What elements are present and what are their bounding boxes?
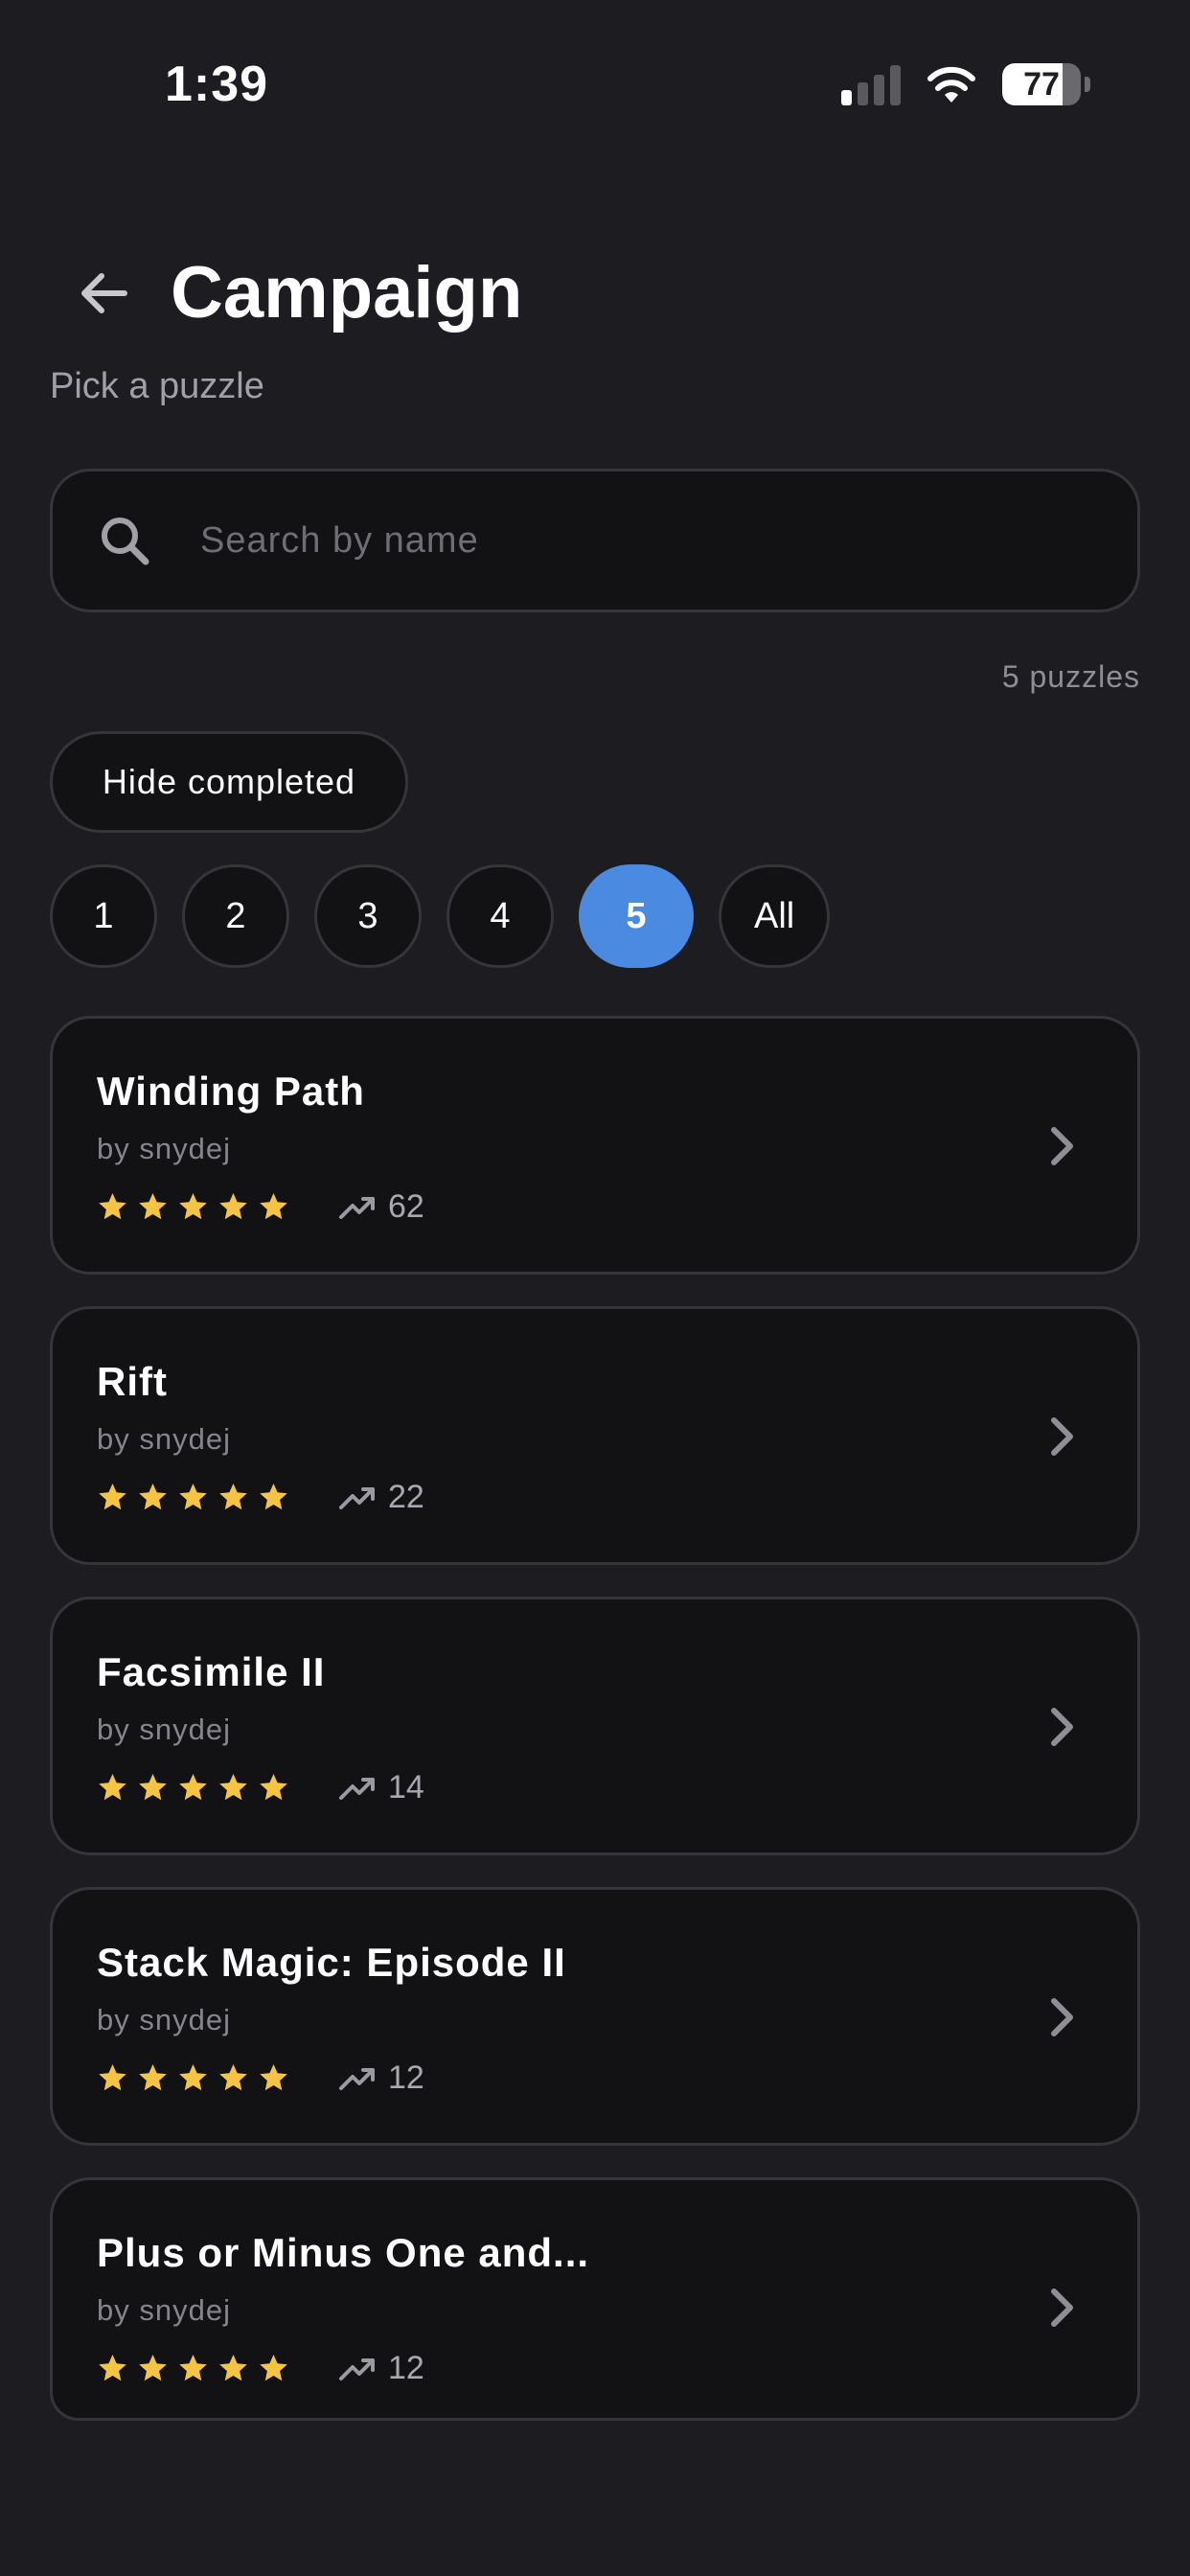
hide-completed-toggle[interactable]: Hide completed	[50, 731, 408, 833]
star-icon	[179, 2355, 207, 2381]
star-icon	[99, 1193, 126, 1220]
rating-stars	[97, 1482, 289, 1513]
star-icon	[179, 1193, 207, 1220]
plays-count: 14	[388, 1768, 424, 1806]
status-time: 1:39	[165, 57, 269, 112]
trending-up-icon	[339, 2068, 375, 2090]
chevron-right-icon	[1051, 1708, 1073, 1746]
plays-count: 12	[388, 2058, 424, 2096]
level-chip-all[interactable]: All	[719, 864, 831, 968]
chevron-right-icon	[1051, 1417, 1073, 1456]
star-icon	[99, 2064, 126, 2091]
cellular-signal-icon	[841, 63, 901, 105]
puzzle-card[interactable]: Plus or Minus One and... by snydej 12	[50, 2177, 1140, 2421]
plays: 12	[338, 2058, 424, 2097]
plays-count: 62	[388, 1187, 424, 1225]
arrow-left-icon	[81, 273, 127, 313]
star-icon	[219, 1774, 247, 1801]
level-chip-3[interactable]: 3	[314, 864, 422, 968]
puzzle-title: Winding Path	[97, 1069, 365, 1114]
puzzle-card[interactable]: Stack Magic: Episode II by snydej 12	[50, 1887, 1140, 2146]
star-icon	[260, 2355, 287, 2381]
star-icon	[260, 1484, 287, 1510]
plays-count: 22	[388, 1478, 424, 1515]
puzzle-card[interactable]: Winding Path by snydej 62	[50, 1016, 1140, 1275]
puzzle-title: Stack Magic: Episode II	[97, 1940, 566, 1985]
rating-stars	[97, 1191, 289, 1223]
battery-icon: 77	[1002, 63, 1081, 105]
puzzle-author: by snydej	[97, 2293, 231, 2327]
level-chip-2[interactable]: 2	[182, 864, 289, 968]
star-icon	[99, 1484, 126, 1510]
star-icon	[219, 1484, 247, 1510]
battery-cap	[1085, 77, 1090, 92]
page-title: Campaign	[171, 252, 523, 334]
trending-up-icon	[339, 1197, 375, 1219]
star-icon	[99, 1774, 126, 1801]
star-icon	[219, 1193, 247, 1220]
puzzle-title: Plus or Minus One and...	[97, 2230, 590, 2275]
search-input[interactable]	[200, 519, 1137, 562]
level-chip-5[interactable]: 5	[579, 864, 694, 968]
level-chip-4[interactable]: 4	[446, 864, 554, 968]
plays: 12	[338, 2349, 424, 2387]
chevron-right-icon	[1051, 2288, 1073, 2327]
wifi-icon	[927, 66, 975, 103]
star-icon	[139, 1484, 167, 1510]
level-filter: 1 2 3 4 5 All	[50, 864, 831, 968]
status-icons: 77	[841, 63, 1090, 105]
puzzle-author: by snydej	[97, 1132, 231, 1165]
puzzle-title: Rift	[97, 1359, 168, 1404]
page-subtitle: Pick a puzzle	[50, 366, 264, 406]
chevron-right-icon	[1051, 1998, 1073, 2036]
puzzle-author: by snydej	[97, 2003, 231, 2036]
star-icon	[260, 1774, 287, 1801]
chevron-right-icon	[1051, 1127, 1073, 1165]
campaign-screen: 1:39 77 Campaign Pick a puzzle Search by…	[0, 0, 1190, 2576]
trending-up-icon	[339, 1778, 375, 1800]
level-chip-1[interactable]: 1	[50, 864, 157, 968]
search-bar[interactable]	[50, 469, 1140, 612]
star-icon	[219, 2355, 247, 2381]
star-icon	[179, 1484, 207, 1510]
plays: 62	[338, 1187, 424, 1226]
trending-up-icon	[339, 1487, 375, 1509]
rating-stars	[97, 2062, 289, 2094]
battery-percent: 77	[1023, 65, 1060, 103]
star-icon	[139, 1774, 167, 1801]
star-icon	[139, 1193, 167, 1220]
star-icon	[179, 1774, 207, 1801]
star-icon	[99, 2355, 126, 2381]
rating-stars	[97, 2353, 289, 2384]
star-icon	[219, 2064, 247, 2091]
puzzle-author: by snydej	[97, 1713, 231, 1746]
puzzle-card[interactable]: Facsimile II by snydej 14	[50, 1597, 1140, 1855]
puzzle-title: Facsimile II	[97, 1649, 326, 1694]
star-icon	[179, 2064, 207, 2091]
puzzle-author: by snydej	[97, 1422, 231, 1456]
star-icon	[260, 2064, 287, 2091]
search-icon	[91, 507, 158, 574]
puzzle-card[interactable]: Rift by snydej 22	[50, 1306, 1140, 1565]
rating-stars	[97, 1772, 289, 1804]
star-icon	[139, 2064, 167, 2091]
star-icon	[260, 1193, 287, 1220]
star-icon	[139, 2355, 167, 2381]
plays-count: 12	[388, 2349, 424, 2386]
trending-up-icon	[339, 2358, 375, 2380]
plays: 22	[338, 1478, 424, 1516]
puzzle-count: 5 puzzles	[1001, 659, 1140, 694]
back-button[interactable]	[69, 259, 138, 328]
plays: 14	[338, 1768, 424, 1806]
